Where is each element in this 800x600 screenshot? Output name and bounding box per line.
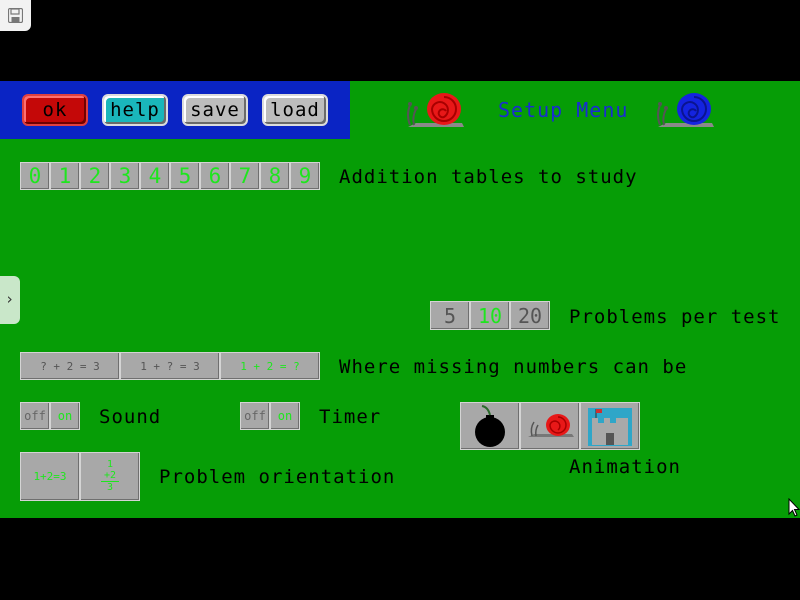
digit-8-toggle[interactable]: 8 (260, 162, 290, 190)
animation-snail-option[interactable] (520, 402, 580, 450)
digit-7-toggle[interactable]: 7 (230, 162, 260, 190)
load-button[interactable]: load (262, 94, 328, 126)
snail-icon (528, 414, 574, 437)
vertical-line-1: 1 (106, 459, 114, 470)
missing-second-option[interactable]: 1 + ? = 3 (120, 352, 220, 380)
mouse-cursor-icon (788, 497, 800, 522)
orientation-vertical-option[interactable]: 1 +2 3 (80, 452, 140, 501)
problems-20-option[interactable]: 20 (510, 301, 550, 330)
digit-9-toggle[interactable]: 9 (290, 162, 320, 190)
missing-first-option[interactable]: ? + 2 = 3 (20, 352, 120, 380)
missing-result-option[interactable]: 1 + 2 = ? (220, 352, 320, 380)
digit-1-toggle[interactable]: 1 (50, 162, 80, 190)
digit-4-toggle[interactable]: 4 (140, 162, 170, 190)
missing-numbers-label: Where missing numbers can be (339, 356, 688, 378)
animation-bomb-option[interactable] (460, 402, 520, 450)
vertical-line-3: 3 (106, 482, 114, 493)
sound-label: Sound (99, 406, 162, 428)
save-button[interactable]: save (182, 94, 248, 126)
addition-tables-label: Addition tables to study (339, 166, 638, 188)
problems-10-option[interactable]: 10 (470, 301, 510, 330)
animation-label: Animation (569, 456, 681, 478)
ok-button[interactable]: ok (22, 94, 88, 126)
bomb-icon (475, 405, 505, 447)
digit-6-toggle[interactable]: 6 (200, 162, 230, 190)
timer-off-toggle[interactable]: off (240, 402, 270, 430)
floppy-save-icon[interactable] (0, 0, 31, 31)
castle-icon (588, 408, 632, 446)
vertical-line-2: +2 (103, 470, 117, 481)
red-snail-icon (404, 91, 468, 135)
digit-2-toggle[interactable]: 2 (80, 162, 110, 190)
chevron-right-icon: › (5, 290, 15, 308)
blue-snail-icon (654, 91, 718, 135)
sound-off-toggle[interactable]: off (20, 402, 50, 430)
side-panel-tab[interactable]: › (0, 276, 20, 324)
timer-label: Timer (319, 406, 382, 428)
toolbar: ok help save load (0, 81, 350, 139)
digit-0-toggle[interactable]: 0 (20, 162, 50, 190)
animation-castle-option[interactable] (580, 402, 640, 450)
problems-5-option[interactable]: 5 (430, 301, 470, 330)
timer-on-toggle[interactable]: on (270, 402, 300, 430)
orientation-label: Problem orientation (159, 466, 396, 488)
help-button[interactable]: help (102, 94, 168, 126)
problems-per-test-label: Problems per test (569, 306, 781, 328)
digit-3-toggle[interactable]: 3 (110, 162, 140, 190)
orientation-horizontal-option[interactable]: 1+2=3 (20, 452, 80, 501)
digit-5-toggle[interactable]: 5 (170, 162, 200, 190)
sound-on-toggle[interactable]: on (50, 402, 80, 430)
page-title: Setup Menu (498, 98, 629, 122)
